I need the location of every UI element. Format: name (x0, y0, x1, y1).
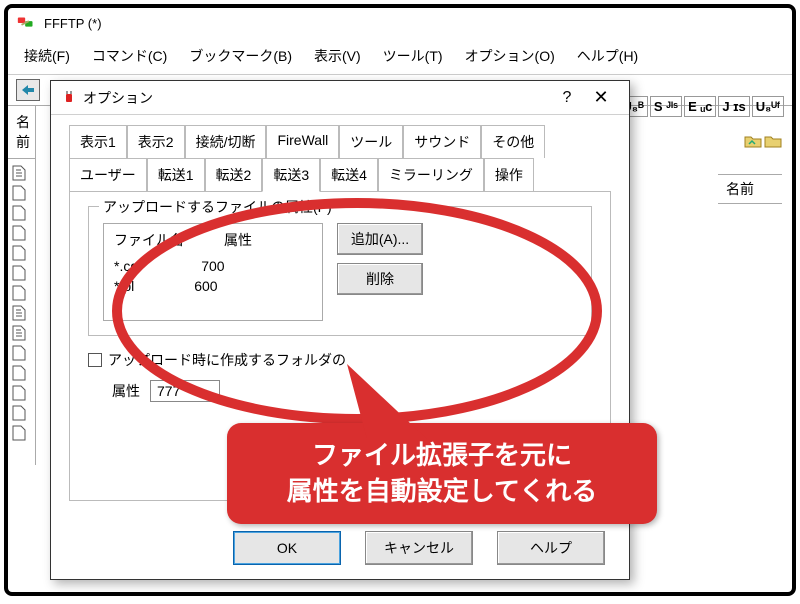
tab-transfer4[interactable]: 転送4 (320, 158, 378, 192)
list-item[interactable] (12, 163, 31, 183)
enc-sjis[interactable]: S ᴶᴵˢ (650, 96, 682, 117)
menu-option[interactable]: オプション(O) (455, 42, 565, 70)
tab-operation[interactable]: 操作 (484, 158, 534, 192)
main-window-titlebar: FFFTP (*) (8, 8, 792, 38)
menu-help[interactable]: ヘルプ(H) (567, 42, 648, 70)
table-row[interactable]: *.pl 600 (114, 276, 312, 296)
list-item[interactable] (12, 223, 31, 243)
menu-connect[interactable]: 接続(F) (14, 42, 80, 70)
tab-transfer1[interactable]: 転送1 (147, 158, 205, 192)
enc-euc[interactable]: E ᵤc (684, 96, 716, 117)
options-plug-icon (61, 90, 77, 106)
add-button[interactable]: 追加(A)... (337, 223, 423, 255)
annotation-callout: ファイル拡張子を元に 属性を自動設定してくれる (227, 423, 657, 543)
dialog-close-icon[interactable]: ✕ (583, 87, 619, 108)
list-item[interactable] (12, 203, 31, 223)
dialog-title: オプション (83, 88, 551, 108)
tab-transfer2[interactable]: 転送2 (205, 158, 263, 192)
remote-pane-header[interactable]: 名前 (718, 174, 782, 204)
local-pane-header[interactable]: 名前 (8, 106, 35, 159)
folder-up-icon[interactable] (744, 134, 762, 148)
tab-other[interactable]: その他 (481, 125, 545, 158)
nav-back-icon[interactable] (16, 79, 40, 101)
checkbox-icon[interactable] (88, 353, 102, 367)
encoding-toolbar: U₈ᴮ S ᴶᴵˢ E ᵤc J ɪs U₈ᵁᶠ (618, 96, 784, 117)
upload-attr-list[interactable]: ファイル名 属性 *.cgi 700 *.pl 600 (103, 223, 323, 321)
tab-transfer3[interactable]: 転送3 (262, 158, 320, 192)
list-item[interactable] (12, 343, 31, 363)
enc-uf8[interactable]: U₈ᵁᶠ (752, 96, 784, 117)
list-item[interactable] (12, 323, 31, 343)
cell-attr: 600 (194, 278, 217, 294)
options-dialog: オプション ? ✕ 表示1 表示2 接続/切断 FireWall ツール サウン… (50, 80, 630, 580)
cell-file: *.pl (114, 278, 134, 294)
list-item[interactable] (12, 383, 31, 403)
app-logo-icon (16, 12, 38, 34)
tab-connect[interactable]: 接続/切断 (185, 125, 267, 158)
annotation-line1: ファイル拡張子を元に (247, 437, 637, 473)
list-item[interactable] (12, 363, 31, 383)
list-item[interactable] (12, 303, 31, 323)
folder-open-icon[interactable] (764, 134, 782, 148)
tab-mirroring[interactable]: ミラーリング (378, 158, 484, 192)
list-item[interactable] (12, 403, 31, 423)
tab-display1[interactable]: 表示1 (69, 125, 127, 158)
col-filename: ファイル名 (114, 230, 184, 250)
cell-attr: 700 (201, 258, 224, 274)
delete-button[interactable]: 削除 (337, 263, 423, 295)
folder-attr-input[interactable] (150, 380, 220, 402)
annotation-line2: 属性を自動設定してくれる (247, 473, 637, 509)
menu-bookmark[interactable]: ブックマーク(B) (179, 42, 302, 70)
menu-command[interactable]: コマンド(C) (82, 42, 177, 70)
tab-tool[interactable]: ツール (339, 125, 403, 158)
checkbox-label: アップロード時に作成するフォルダの (108, 350, 346, 370)
tab-sound[interactable]: サウンド (403, 125, 481, 158)
menu-tool[interactable]: ツール(T) (373, 42, 453, 70)
cell-file: *.cgi (114, 258, 141, 274)
tab-firewall[interactable]: FireWall (266, 125, 339, 158)
dialog-help-icon[interactable]: ? (551, 89, 583, 107)
list-item[interactable] (12, 423, 31, 443)
upload-attr-groupbox: アップロードするファイルの属性(P) ファイル名 属性 *.cgi 700 (88, 206, 592, 336)
table-row[interactable]: *.cgi 700 (114, 256, 312, 276)
list-item[interactable] (12, 243, 31, 263)
list-item[interactable] (12, 183, 31, 203)
tab-display2[interactable]: 表示2 (127, 125, 185, 158)
tab-user[interactable]: ユーザー (69, 158, 147, 192)
groupbox-legend: アップロードするファイルの属性(P) (99, 197, 336, 217)
enc-jis[interactable]: J ɪs (718, 96, 749, 117)
menu-view[interactable]: 表示(V) (304, 42, 371, 70)
col-attr: 属性 (224, 230, 252, 250)
menubar: 接続(F) コマンド(C) ブックマーク(B) 表示(V) ツール(T) オプシ… (8, 38, 792, 75)
local-file-list[interactable] (8, 159, 35, 447)
list-item[interactable] (12, 283, 31, 303)
list-item[interactable] (12, 263, 31, 283)
main-window-title: FFFTP (*) (44, 16, 102, 31)
folder-attr-label: 属性 (112, 381, 140, 401)
remote-folder-toolbar (744, 134, 782, 148)
